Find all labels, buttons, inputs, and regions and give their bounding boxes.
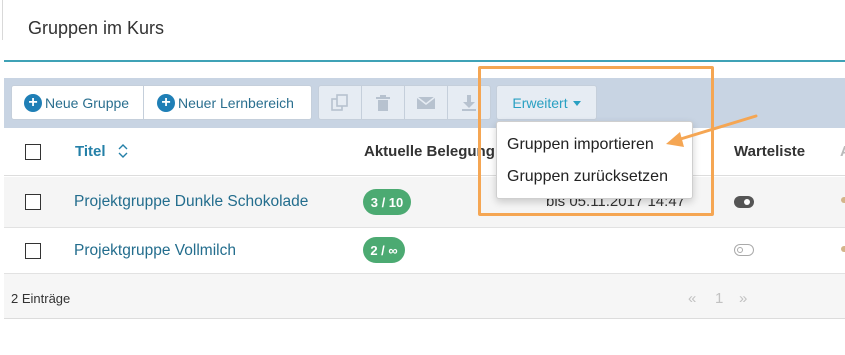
page-title: Gruppen im Kurs <box>28 18 165 38</box>
pagination-next[interactable]: » <box>739 290 747 307</box>
toggle-knob <box>744 199 750 205</box>
mail-icon <box>416 95 436 109</box>
select-all-checkbox[interactable] <box>25 144 41 160</box>
caret-down-icon <box>572 101 581 106</box>
menu-item-import-groups[interactable]: Gruppen importieren <box>507 136 654 154</box>
waitlist-toggle[interactable] <box>734 244 754 256</box>
download-icon <box>462 94 476 111</box>
plus-circle-icon: + <box>157 93 175 112</box>
copy-icon <box>331 93 348 111</box>
trash-icon <box>376 94 390 111</box>
sort-icon[interactable] <box>117 143 129 159</box>
delete-button[interactable] <box>361 85 405 120</box>
left-divider <box>2 0 3 40</box>
column-header-truncated: A <box>840 143 845 160</box>
entry-count: 2 Einträge <box>11 291 71 306</box>
column-header-title[interactable]: Titel <box>75 143 106 160</box>
group-title-link[interactable]: Projektgruppe Dunkle Schokolade <box>74 193 308 211</box>
waitlist-toggle[interactable] <box>734 196 754 208</box>
group-title-link[interactable]: Projektgruppe Vollmilch <box>74 242 236 260</box>
advanced-dropdown-menu: Gruppen importieren Gruppen zurücksetzen <box>496 121 693 199</box>
pagination-prev[interactable]: « <box>688 290 696 307</box>
truncated-column-marker <box>841 246 845 252</box>
new-learning-area-button[interactable]: + Neuer Lernbereich <box>143 85 312 120</box>
advanced-label: Erweitert <box>512 94 568 111</box>
new-group-button[interactable]: + Neue Gruppe <box>11 85 144 120</box>
occupancy-badge: 3 / 10 <box>363 189 411 215</box>
menu-item-reset-groups[interactable]: Gruppen zurücksetzen <box>507 168 668 186</box>
column-header-waitlist: Warteliste <box>734 143 806 160</box>
title-underline <box>4 60 845 62</box>
advanced-dropdown-button[interactable]: Erweitert <box>496 85 597 120</box>
new-learning-area-label: Neuer Lernbereich <box>178 94 294 111</box>
new-group-label: Neue Gruppe <box>45 94 130 111</box>
export-button[interactable] <box>447 85 491 120</box>
toggle-knob <box>737 246 743 253</box>
row-checkbox[interactable] <box>25 194 41 210</box>
row-checkbox[interactable] <box>25 243 41 259</box>
truncated-column-marker <box>841 197 845 203</box>
occupancy-badge: 2 / ∞ <box>363 237 405 263</box>
copy-button[interactable] <box>318 85 362 120</box>
column-header-occupancy: Aktuelle Belegung <box>364 143 495 160</box>
pagination-page[interactable]: 1 <box>715 290 723 307</box>
message-button[interactable] <box>404 85 448 120</box>
plus-circle-icon: + <box>24 93 42 112</box>
